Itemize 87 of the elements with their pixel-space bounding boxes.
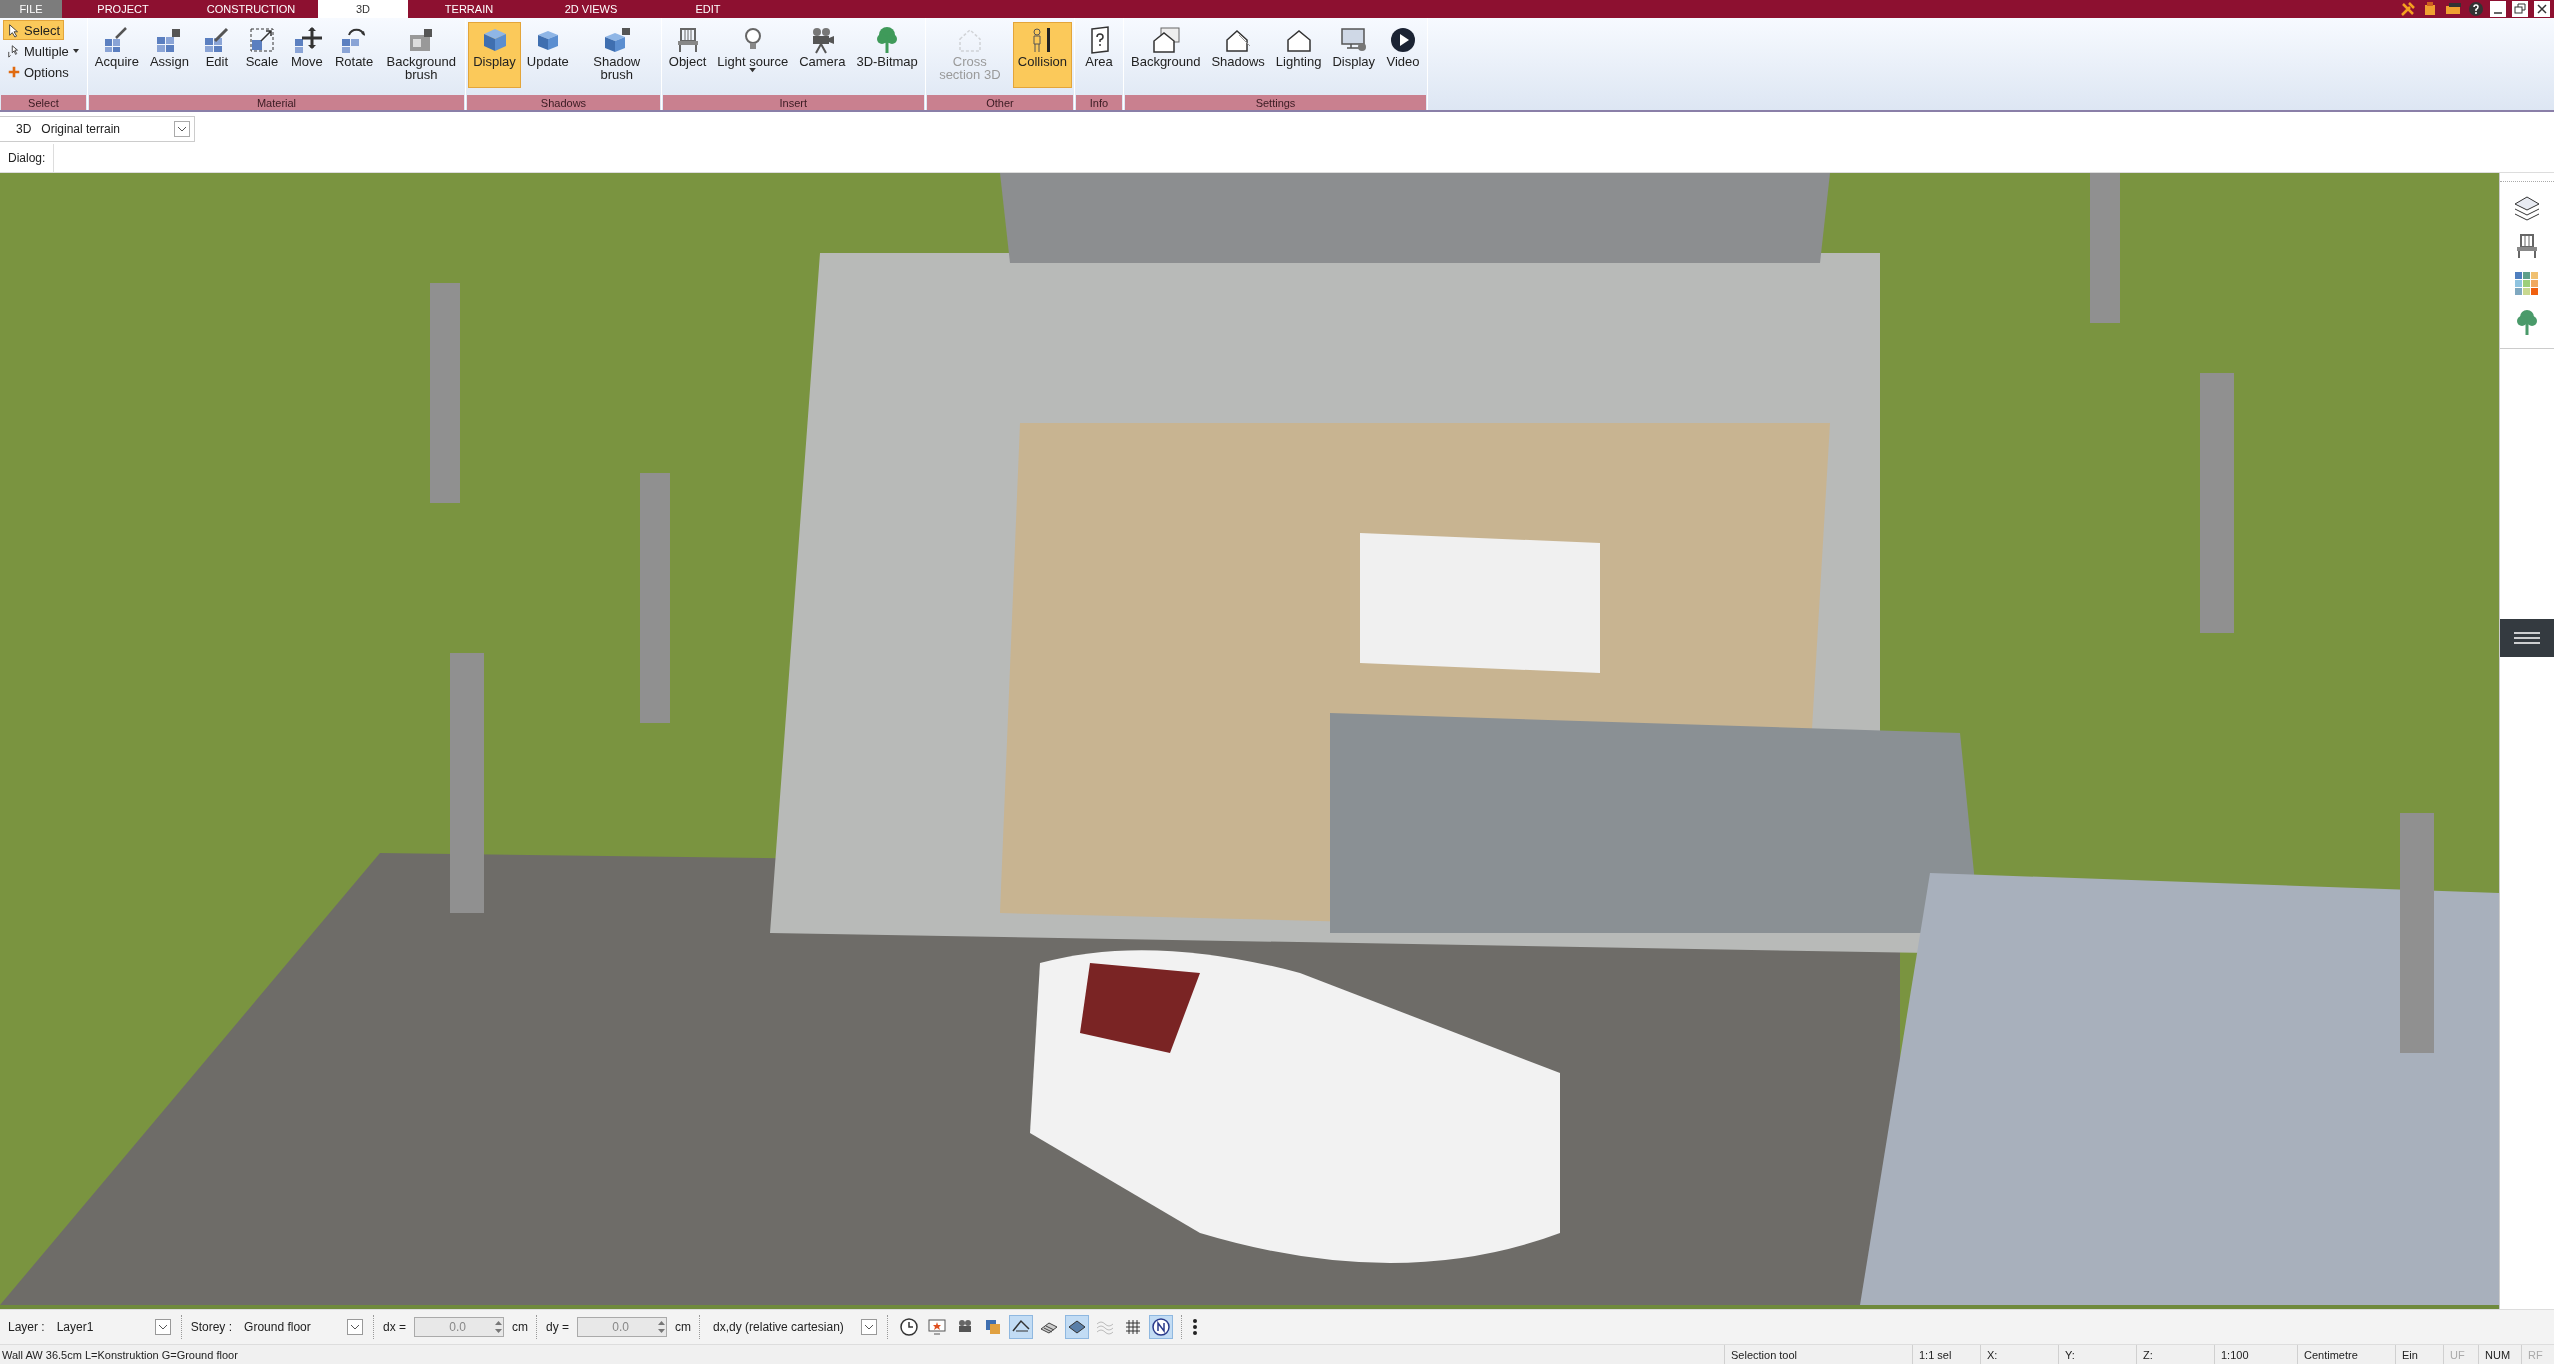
- storey-dropdown[interactable]: Ground floor: [240, 1316, 366, 1338]
- house-picture-icon: [1150, 25, 1181, 55]
- clock-icon: [899, 1317, 920, 1337]
- view-toggle-button[interactable]: [1009, 1315, 1034, 1339]
- view-toggle-button[interactable]: [1065, 1315, 1090, 1339]
- ribbon-tab[interactable]: TERRAIN: [408, 0, 530, 18]
- spinner-arrows-icon: [494, 1319, 504, 1335]
- layer-label: Layer :: [8, 1320, 45, 1334]
- status-field: Selection tool: [1724, 1345, 1912, 1364]
- ribbon-button[interactable]: Select: [3, 20, 65, 40]
- unit-label: cm: [512, 1320, 529, 1334]
- ribbon-group-label: Material: [88, 95, 465, 110]
- dx-label: dx =: [383, 1320, 407, 1334]
- ribbon-tab[interactable]: 3D: [318, 0, 408, 18]
- ribbon-tab[interactable]: CONSTRUCTION: [184, 0, 318, 18]
- status-field: UF: [2443, 1345, 2478, 1364]
- ribbon-button[interactable]: Object: [663, 22, 712, 88]
- status-field: NUM: [2478, 1345, 2521, 1364]
- ribbon-tab[interactable]: EDIT: [652, 0, 764, 18]
- restore-icon[interactable]: [2512, 1, 2528, 17]
- ribbon-button[interactable]: Collision: [1012, 22, 1072, 88]
- caret-icon: [71, 47, 80, 55]
- north-icon: [1151, 1317, 1172, 1337]
- more-options-icon[interactable]: [1191, 1318, 1200, 1336]
- ribbon-button[interactable]: Area: [1077, 22, 1121, 88]
- ribbon-group-label: Shadows: [467, 95, 660, 110]
- ribbon-button[interactable]: 3D-Bitmap: [851, 22, 923, 88]
- ribbon-button[interactable]: Scale: [239, 22, 284, 88]
- plus-icon: [7, 64, 21, 80]
- file-menu-tab[interactable]: FILE: [0, 0, 62, 18]
- coordinate-mode-dropdown[interactable]: dx,dy (relative cartesian): [709, 1316, 880, 1338]
- caret-icon: [749, 68, 757, 73]
- panel-handle[interactable]: [2500, 619, 2554, 657]
- ribbon-button[interactable]: Rotate: [329, 22, 379, 88]
- ribbon-button[interactable]: Edit: [194, 22, 239, 88]
- status-field: 1:1 sel: [1912, 1345, 1980, 1364]
- ribbon-group-label: Insert: [662, 95, 924, 110]
- ribbon-button[interactable]: Camera: [794, 22, 851, 88]
- status-field: Y:: [2058, 1345, 2136, 1364]
- layer-dropdown[interactable]: Layer1: [52, 1316, 173, 1338]
- ribbon-tab[interactable]: PROJECT: [62, 0, 184, 18]
- ribbon-group-label: Other: [926, 95, 1073, 110]
- ribbon-button[interactable]: Update: [521, 22, 574, 88]
- ribbon-button[interactable]: Assign: [144, 22, 194, 88]
- help-icon[interactable]: [2468, 1, 2484, 17]
- view-toggle-button[interactable]: [1149, 1315, 1174, 1339]
- tools-icon[interactable]: [2400, 1, 2416, 17]
- view-mode-label: 3D: [16, 122, 32, 136]
- chevron-down-icon: [350, 1323, 361, 1331]
- layers-icon[interactable]: [2513, 194, 2541, 222]
- status-field: RF: [2521, 1345, 2554, 1364]
- cursor-icon: [7, 22, 21, 38]
- ribbon-button[interactable]: Light source: [712, 22, 794, 88]
- chevron-down-icon: [864, 1323, 875, 1331]
- status-field: X:: [1980, 1345, 2058, 1364]
- ribbon-group-label: Settings: [1125, 95, 1427, 110]
- ribbon-button[interactable]: Multiple: [3, 41, 84, 61]
- ribbon-button[interactable]: Video: [1381, 22, 1426, 88]
- ribbon-button[interactable]: Background: [1126, 22, 1206, 88]
- ribbon-button[interactable]: Move: [284, 22, 329, 88]
- spinner-arrows-icon: [657, 1319, 667, 1335]
- ribbon-button[interactable]: Options: [3, 62, 73, 82]
- ribbon-button[interactable]: Display: [468, 22, 521, 88]
- unit-label: cm: [675, 1320, 692, 1334]
- ribbon-button[interactable]: Lighting: [1270, 22, 1327, 88]
- cursors-icon: [7, 43, 21, 59]
- ribbon-group-label: Select: [1, 95, 86, 110]
- dialog-label: Dialog:: [0, 144, 55, 172]
- ribbon-group-label: Info: [1076, 95, 1122, 110]
- ribbon-button[interactable]: Shadow brush: [574, 22, 659, 88]
- status-field: 1:100: [2214, 1345, 2297, 1364]
- dy-label: dy =: [546, 1320, 570, 1334]
- ribbon-tab[interactable]: 2D VIEWS: [530, 0, 652, 18]
- status-field: Ein: [2395, 1345, 2443, 1364]
- status-field: Centimetre: [2297, 1345, 2395, 1364]
- storey-label: Storey :: [190, 1320, 233, 1334]
- monitor-star-icon: [927, 1317, 948, 1337]
- color-palette-icon[interactable]: [2513, 270, 2541, 298]
- ribbon-button[interactable]: Acquire: [89, 22, 144, 88]
- ribbon-button[interactable]: Shadows: [1206, 22, 1270, 88]
- ribbon-button[interactable]: Display: [1327, 22, 1381, 88]
- ribbon-button[interactable]: Background brush: [379, 22, 464, 88]
- chevron-down-icon: [177, 125, 187, 133]
- terrain-dropdown[interactable]: Original terrain: [41, 119, 194, 139]
- status-message: Wall AW 36.5cm L=Konstruktion G=Ground floor: [1, 1348, 239, 1361]
- chevron-down-icon: [157, 1323, 168, 1331]
- status-field: Z:: [2136, 1345, 2214, 1364]
